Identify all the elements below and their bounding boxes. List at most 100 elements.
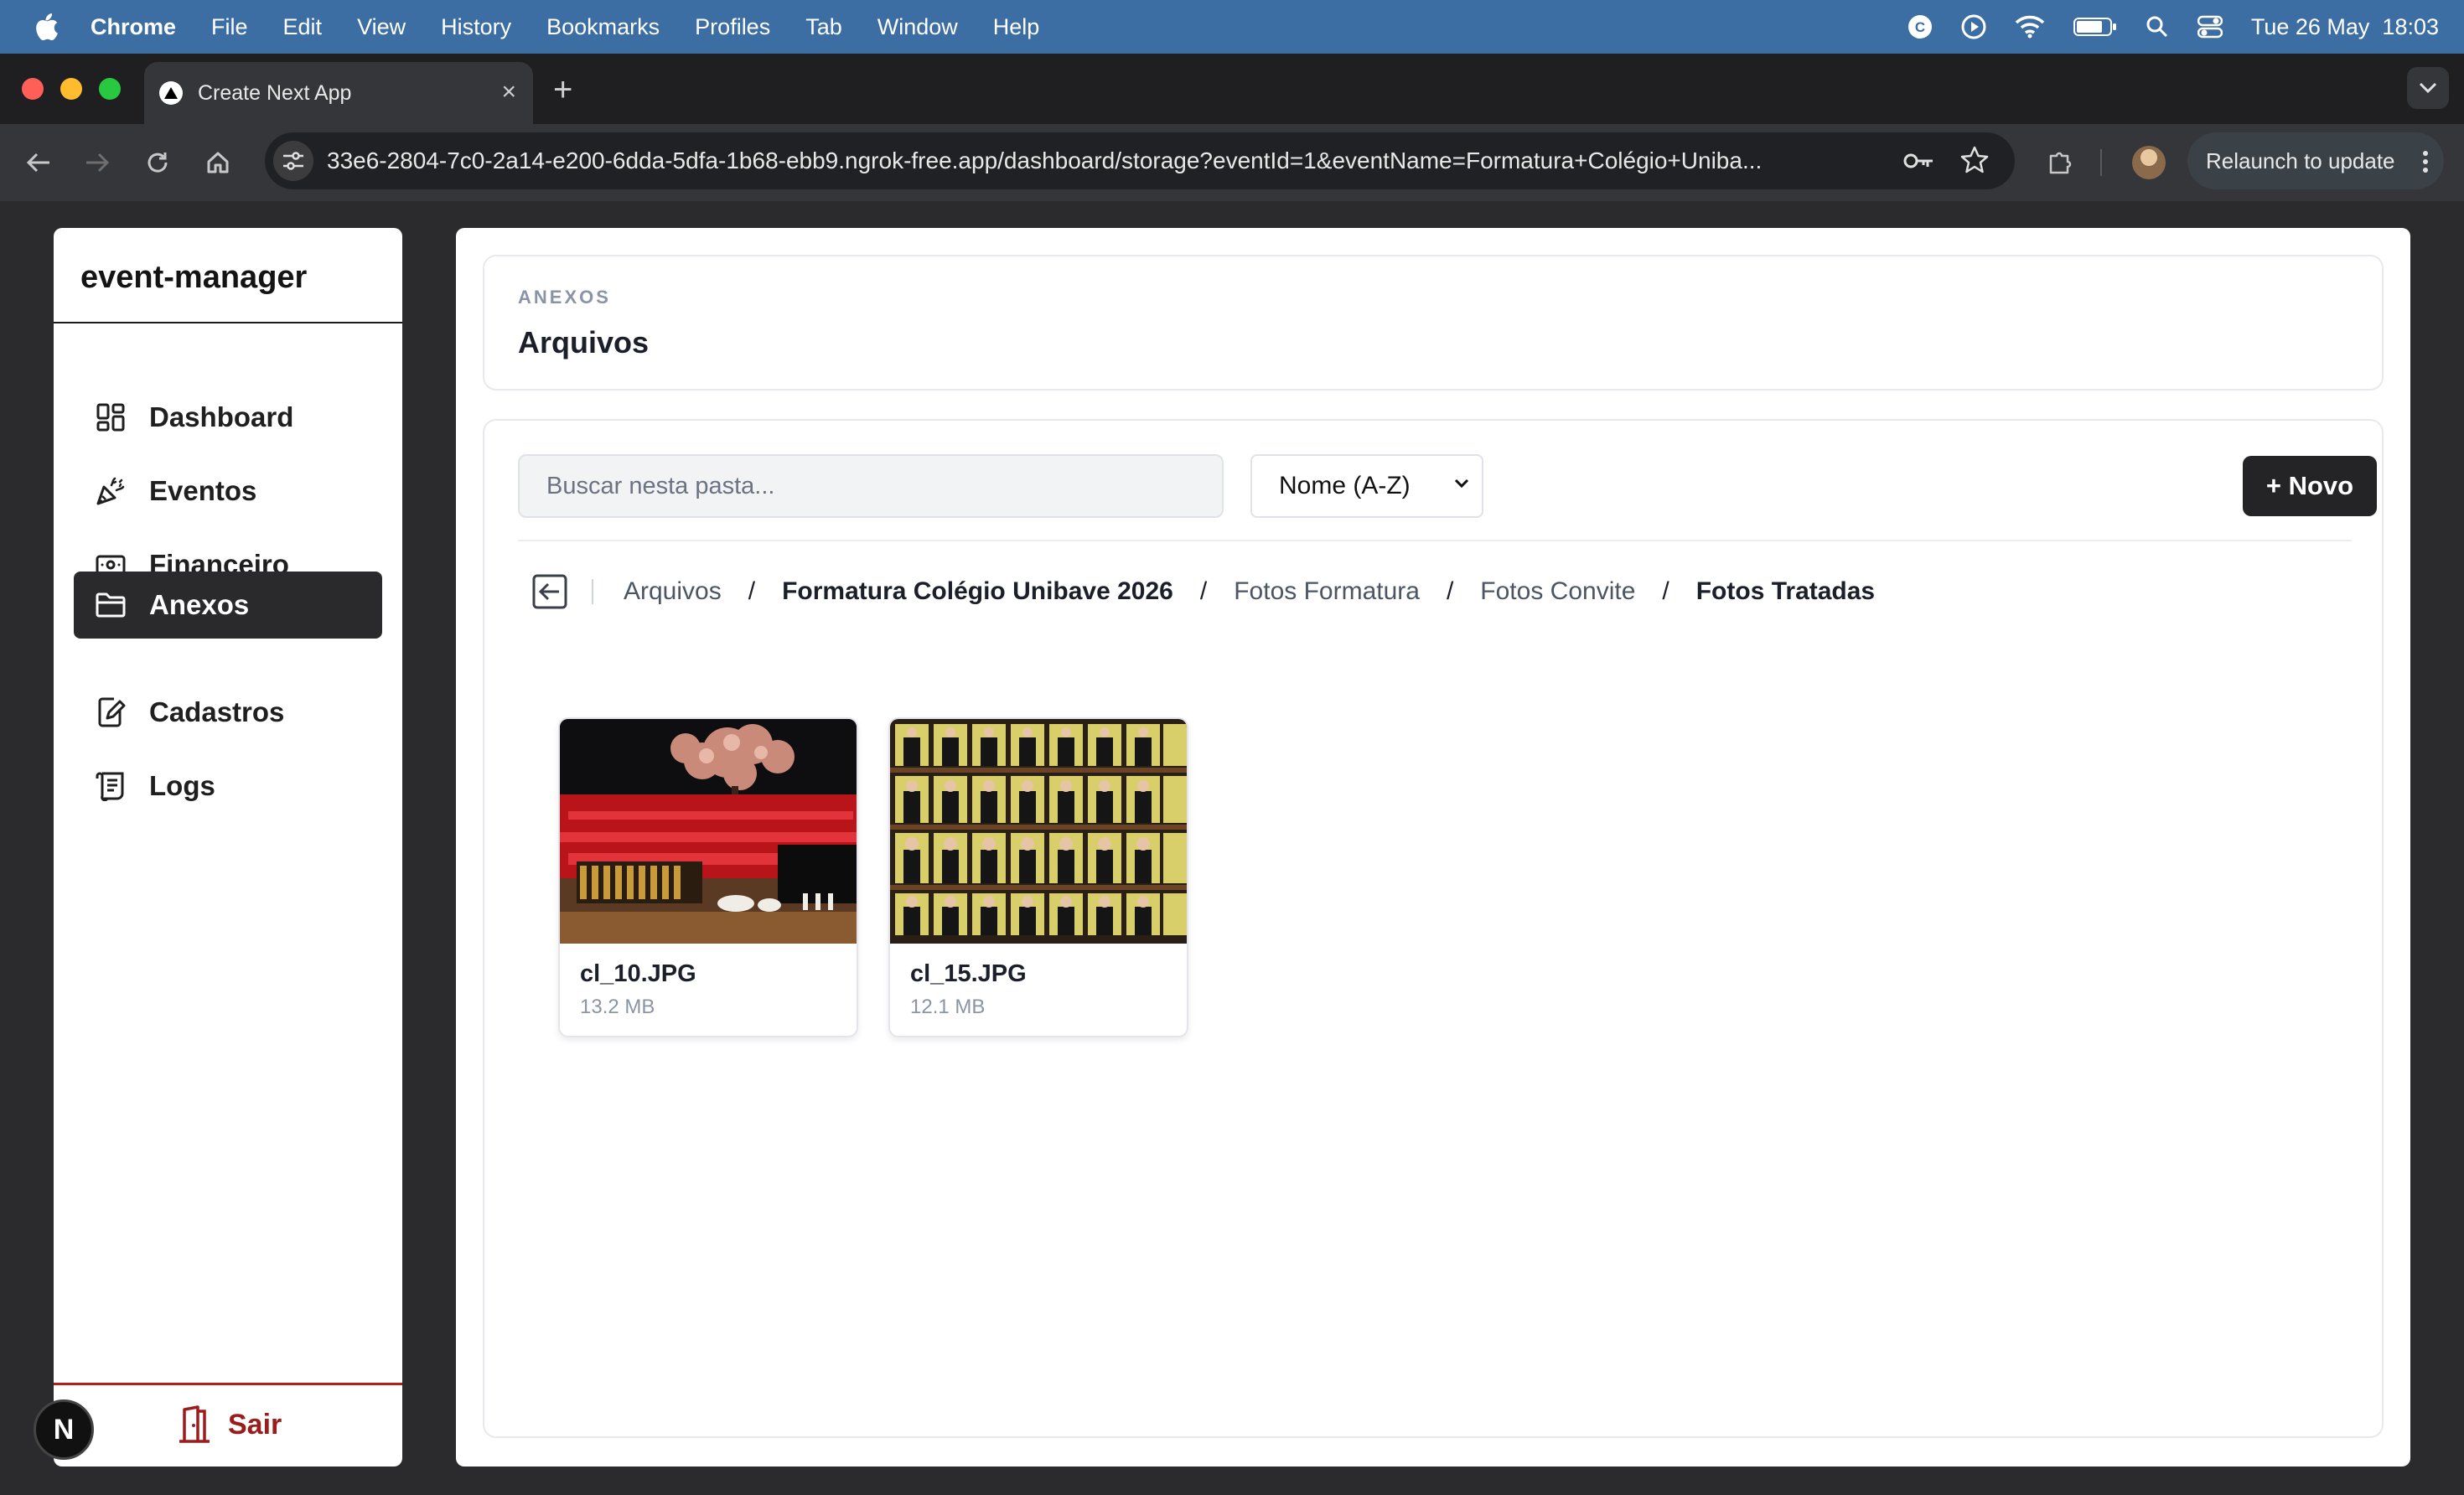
file-card[interactable]: cl_10.JPG 13.2 MB	[558, 717, 858, 1037]
chevron-down-icon	[2419, 82, 2437, 94]
file-size: 13.2 MB	[580, 996, 655, 1018]
svg-text:C: C	[1915, 19, 1925, 35]
breadcrumb-separator: /	[1662, 577, 1669, 605]
back-folder-icon[interactable]	[531, 573, 568, 610]
new-tab-button[interactable]: +	[553, 69, 572, 111]
extensions-button[interactable]	[2042, 144, 2078, 181]
dashboard-icon	[94, 401, 127, 434]
search-input[interactable]	[518, 454, 1224, 518]
sidebar-item-dashboard[interactable]: Dashboard	[74, 384, 382, 451]
file-card[interactable]: cl_15.JPG 12.1 MB	[888, 717, 1188, 1037]
home-icon	[207, 152, 229, 173]
tab-close-icon[interactable]: ×	[501, 80, 516, 105]
scroll-icon	[94, 769, 127, 803]
sidebar-item-cadastros[interactable]: Cadastros	[74, 679, 382, 746]
breadcrumb-current: Fotos Tratadas	[1695, 577, 1876, 605]
menu-bookmarks[interactable]: Bookmarks	[546, 14, 660, 40]
menu-view[interactable]: View	[357, 14, 406, 40]
menu-file[interactable]: File	[211, 14, 248, 40]
sidebar: event-manager Dashboard Eventos Financei…	[54, 228, 402, 1467]
window-zoom-button[interactable]	[99, 78, 121, 100]
grammarly-icon[interactable]: C	[1908, 14, 1933, 39]
sort-selected-value: Nome (A-Z)	[1279, 472, 1411, 499]
menu-app-name[interactable]: Chrome	[91, 14, 176, 40]
sidebar-item-label: Cadastros	[149, 696, 285, 727]
sidebar-item-eventos[interactable]: Eventos	[74, 458, 382, 525]
sidebar-item-logs[interactable]: Logs	[74, 753, 382, 820]
browser-tab-active[interactable]: Create Next App ×	[144, 62, 533, 124]
battery-icon[interactable]	[2073, 16, 2117, 38]
door-open-icon	[179, 1405, 210, 1443]
sidebar-item-label: Eventos	[149, 475, 257, 506]
breadcrumb-item[interactable]: Formatura Colégio Unibave 2026	[782, 577, 1173, 606]
file-size: 12.1 MB	[910, 996, 986, 1018]
home-button[interactable]	[199, 144, 236, 181]
menu-edit[interactable]: Edit	[283, 14, 323, 40]
relaunch-update-button[interactable]: Relaunch to update	[2187, 132, 2444, 189]
tab-search-button[interactable]	[2407, 67, 2449, 109]
url-text[interactable]: 33e6-2804-7c0-2a14-e200-6dda-5dfa-1b68-e…	[327, 147, 1886, 174]
breadcrumb-item[interactable]: Arquivos	[624, 577, 722, 606]
menu-help[interactable]: Help	[993, 14, 1040, 40]
menu-tab[interactable]: Tab	[805, 14, 842, 40]
folder-icon	[94, 588, 127, 622]
breadcrumb-divider	[592, 579, 593, 604]
system-menu-bar: Chrome File Edit View History Bookmarks …	[0, 0, 2464, 54]
menu-profiles[interactable]: Profiles	[695, 14, 770, 40]
profile-avatar[interactable]	[2132, 146, 2166, 179]
party-popper-icon	[94, 474, 127, 508]
brand-divider	[54, 322, 402, 323]
sidebar-item-label: Anexos	[149, 589, 250, 620]
main-panel: ANEXOS Arquivos Nome (A-Z) + Novo Arquiv…	[456, 228, 2410, 1467]
breadcrumb: Arquivos / Formatura Colégio Unibave 202…	[531, 568, 1875, 615]
window-close-button[interactable]	[22, 78, 44, 100]
address-bar[interactable]: 33e6-2804-7c0-2a14-e200-6dda-5dfa-1b68-e…	[265, 132, 2015, 189]
logout-button[interactable]: Sair	[176, 1404, 282, 1445]
new-button[interactable]: + Novo	[2243, 456, 2377, 516]
breadcrumb-separator: /	[1199, 577, 1208, 605]
next-badge-label: N	[53, 1413, 75, 1446]
more-vertical-icon	[2423, 151, 2428, 173]
toolbar-divider	[518, 540, 2352, 541]
sidebar-item-anexos[interactable]: Anexos	[74, 572, 382, 639]
logout-label: Sair	[228, 1408, 282, 1441]
file-name: cl_15.JPG	[910, 960, 1027, 987]
relaunch-label: Relaunch to update	[2206, 147, 2395, 173]
menu-window[interactable]: Window	[877, 14, 958, 40]
site-info-icon[interactable]	[273, 141, 313, 181]
bookmark-star-icon[interactable]	[1959, 144, 1990, 178]
forward-button[interactable]	[79, 144, 116, 181]
breadcrumb-separator: /	[1446, 577, 1454, 605]
page-header: ANEXOS Arquivos	[483, 255, 2384, 391]
menubar-clock[interactable]: Tue 26 May 18:03	[2251, 14, 2439, 40]
sort-select[interactable]: Nome (A-Z)	[1250, 454, 1483, 518]
file-thumbnail	[890, 719, 1187, 944]
menu-history[interactable]: History	[441, 14, 511, 40]
sidebar-item-label: Dashboard	[149, 401, 294, 432]
reload-button[interactable]	[139, 144, 176, 181]
spotlight-search-icon[interactable]	[2146, 15, 2169, 39]
apple-icon[interactable]	[34, 13, 59, 41]
breadcrumb-item[interactable]: Fotos Convite	[1480, 577, 1635, 606]
brand-title: event-manager	[80, 260, 308, 295]
logout-divider	[54, 1383, 402, 1385]
reload-icon	[148, 153, 168, 173]
password-key-icon[interactable]	[1902, 144, 1934, 178]
arrow-left-icon	[26, 153, 49, 173]
chevron-down-icon	[1454, 479, 1469, 489]
wifi-icon[interactable]	[2015, 15, 2045, 39]
arrow-right-icon	[86, 153, 110, 173]
next-dev-indicator[interactable]: N	[34, 1399, 94, 1460]
control-center-icon[interactable]	[2197, 15, 2223, 39]
window-minimize-button[interactable]	[60, 78, 82, 100]
breadcrumb-item[interactable]: Fotos Formatura	[1234, 577, 1420, 606]
next-favicon-icon	[159, 81, 183, 105]
back-button[interactable]	[20, 144, 57, 181]
file-thumbnail	[560, 719, 857, 944]
toolbar-divider	[2100, 149, 2102, 176]
media-play-icon[interactable]	[1961, 14, 1986, 39]
breadcrumb-separator: /	[748, 577, 756, 605]
file-browser: Nome (A-Z) + Novo Arquivos / Formatura C…	[483, 419, 2384, 1438]
status-area: C Tue 26 May 18:03	[1908, 0, 2439, 54]
edit-document-icon	[94, 696, 127, 729]
